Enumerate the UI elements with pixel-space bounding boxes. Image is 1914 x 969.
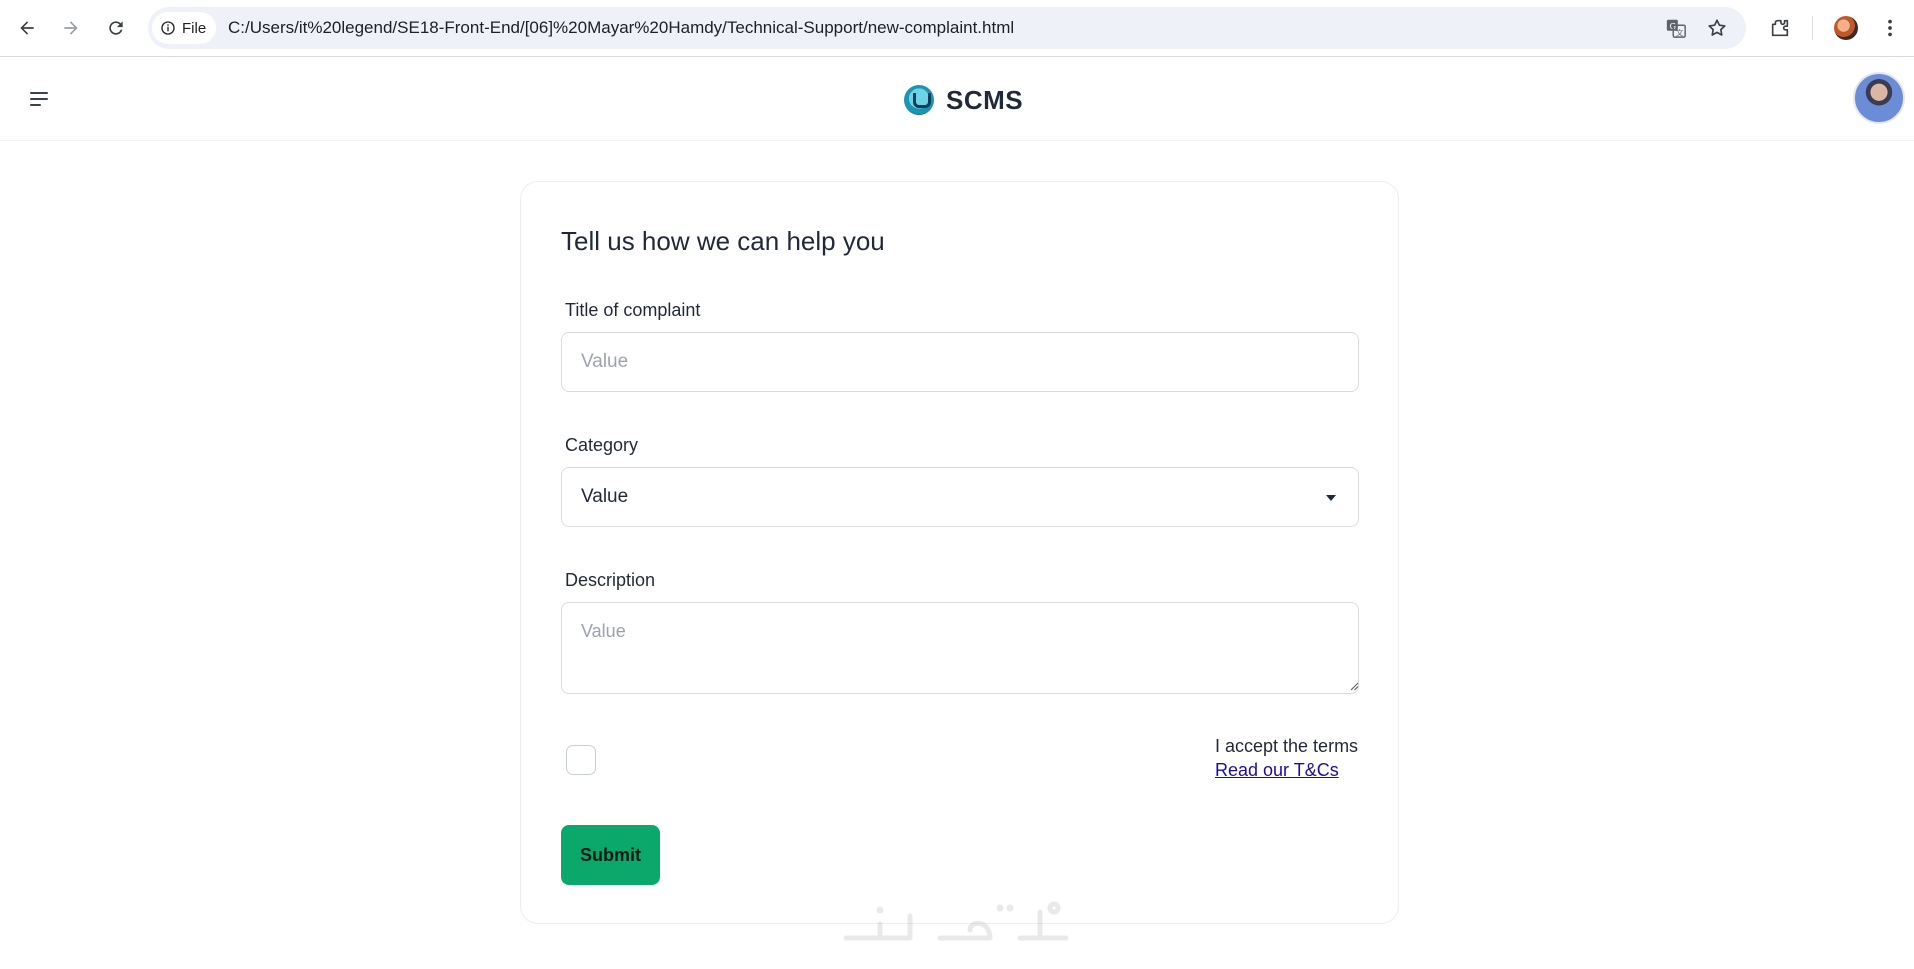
bookmark-star-button[interactable] [1705, 16, 1729, 40]
toolbar-divider [1812, 16, 1813, 40]
category-select[interactable]: Value [561, 467, 1359, 527]
translate-icon: G文 [1666, 19, 1686, 38]
star-icon [1708, 19, 1726, 36]
forward-icon [64, 21, 78, 35]
profile-button[interactable] [1830, 12, 1862, 44]
brand[interactable]: SCMS [904, 82, 1023, 118]
terms-checkbox[interactable] [566, 745, 596, 775]
brand-name: SCMS [946, 84, 1024, 115]
terms-label: I accept the terms [1215, 736, 1359, 756]
reload-icon [109, 21, 123, 35]
description-textarea[interactable] [561, 602, 1359, 694]
browser-menu-button[interactable] [1874, 12, 1906, 44]
translate-button[interactable]: G文 [1664, 16, 1688, 40]
title-input[interactable] [561, 332, 1359, 392]
reload-button[interactable] [100, 12, 132, 44]
title-field-label: Title of complaint [565, 300, 701, 320]
browser-toolbar: File C:/Users/it%20legend/SE18-Front-End… [0, 0, 1914, 57]
profile-avatar-icon [1834, 16, 1858, 40]
menu-icon [30, 92, 48, 94]
address-bar[interactable]: File C:/Users/it%20legend/SE18-Front-End… [148, 7, 1746, 49]
back-button[interactable] [11, 12, 43, 44]
chevron-down-icon [1326, 495, 1336, 501]
resize-handle-icon[interactable] [1349, 681, 1359, 691]
terms-link[interactable]: Read our T&Cs [1215, 760, 1339, 781]
user-avatar[interactable] [1853, 72, 1905, 124]
description-wrapper [521, 602, 1400, 694]
category-selected-value: Value [581, 486, 629, 507]
extensions-button[interactable] [1764, 12, 1796, 44]
file-chip-label: File [182, 19, 207, 37]
forward-button[interactable] [55, 12, 87, 44]
category-field-label: Category [565, 435, 639, 455]
complaint-form-card: Tell us how we can help you Title of com… [520, 181, 1399, 924]
app-header: SCMS [0, 58, 1914, 141]
menu-button[interactable] [24, 86, 54, 112]
site-info-chip[interactable]: File [152, 12, 217, 44]
url-text[interactable]: C:/Users/it%20legend/SE18-Front-End/[06]… [228, 7, 1014, 49]
form-title: Tell us how we can help you [561, 226, 885, 256]
description-field-label: Description [565, 570, 656, 590]
info-icon [161, 21, 175, 35]
extensions-icon [1771, 19, 1789, 37]
svg-text:文: 文 [1676, 28, 1684, 37]
submit-button[interactable]: Submit [561, 825, 660, 885]
watermark-logo [843, 901, 1069, 941]
more-icon [1888, 19, 1892, 37]
brand-logo-icon [904, 85, 934, 115]
back-icon [20, 21, 34, 35]
